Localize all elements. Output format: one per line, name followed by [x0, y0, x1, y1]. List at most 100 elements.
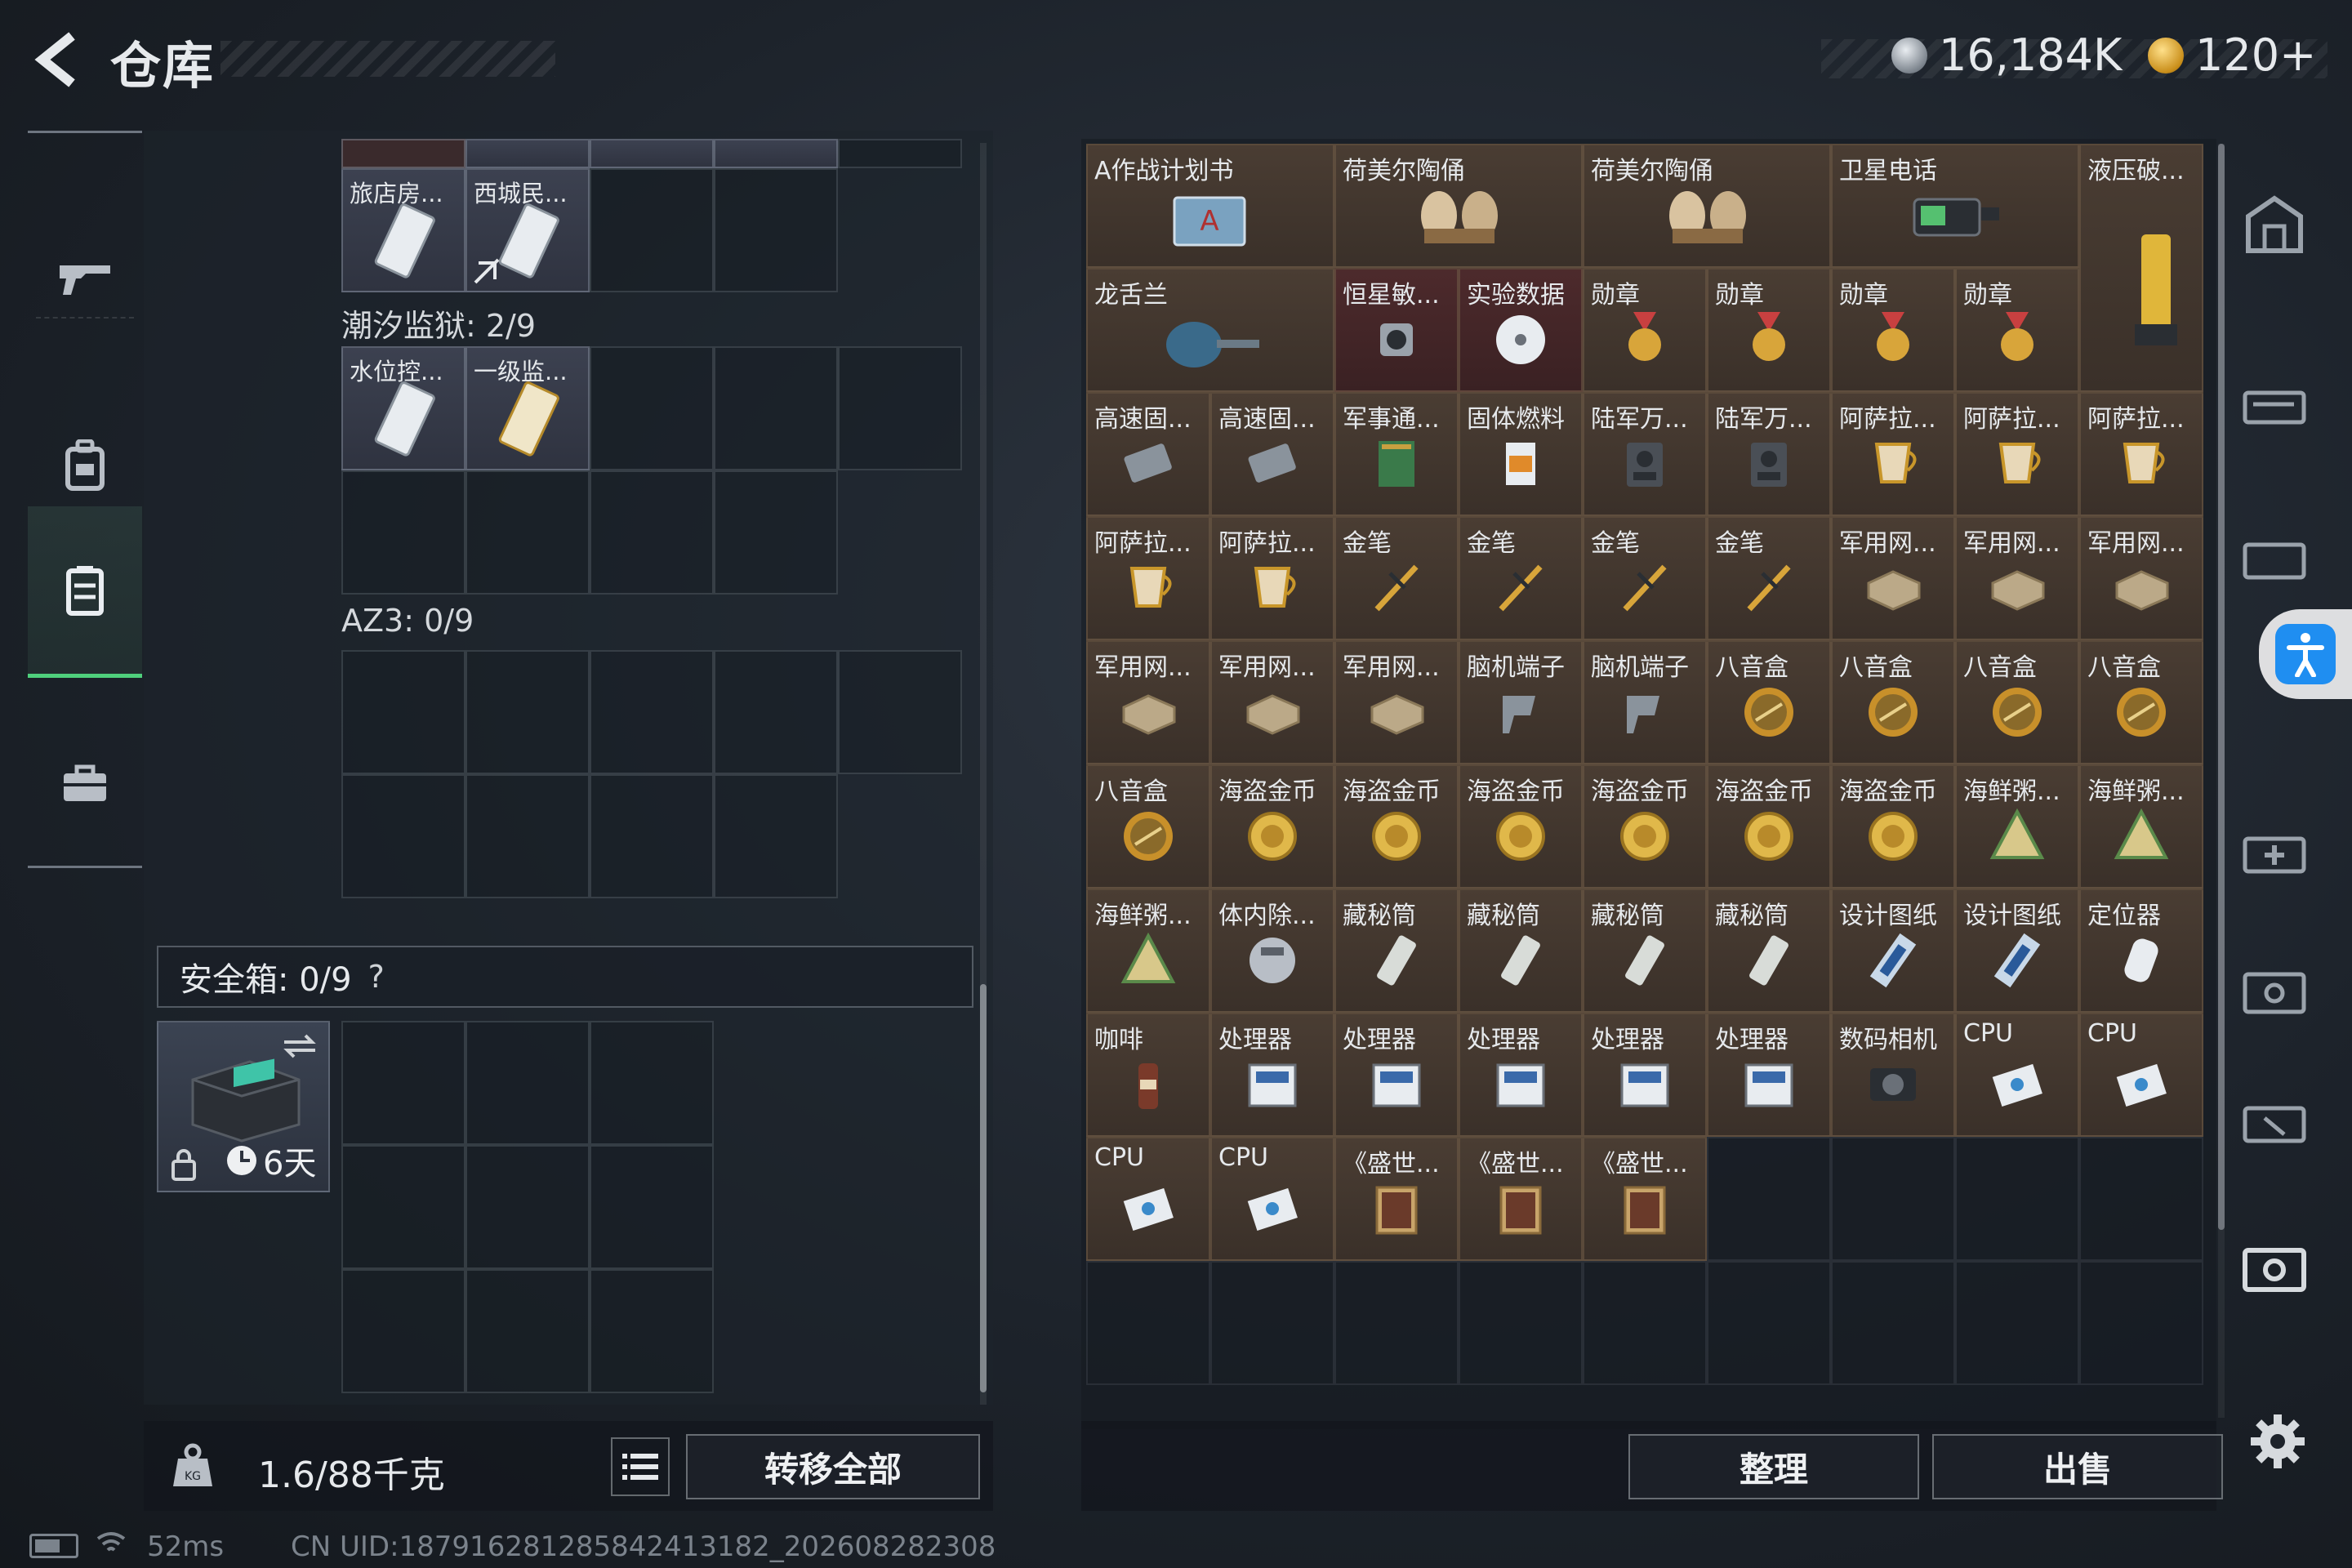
grid-cell[interactable]: [341, 139, 466, 168]
stash-item[interactable]: 勋章: [1707, 268, 1831, 392]
stash-item[interactable]: 八音盒: [2079, 640, 2203, 764]
stash-item[interactable]: 阿萨拉...: [1210, 516, 1334, 640]
stash-item[interactable]: 阿萨拉...: [1086, 516, 1210, 640]
grid-cell[interactable]: [838, 650, 962, 774]
stash-item[interactable]: 海盗金币: [1831, 764, 1955, 889]
stash-item[interactable]: 藏秘筒: [1707, 889, 1831, 1013]
stash-item[interactable]: 藏秘筒: [1459, 889, 1583, 1013]
grid-cell[interactable]: [466, 139, 590, 168]
grid-cell[interactable]: [714, 168, 838, 292]
stash-item[interactable]: 《盛世...: [1583, 1137, 1707, 1261]
grid-cell[interactable]: [341, 470, 466, 595]
grid-cell[interactable]: [838, 346, 962, 470]
stash-tab-home[interactable]: [2230, 180, 2319, 270]
stash-item[interactable]: 处理器: [1459, 1013, 1583, 1137]
stash-tab-5[interactable]: [2230, 947, 2319, 1037]
swap-icon[interactable]: [281, 1032, 318, 1060]
stash-item[interactable]: 海盗金币: [1334, 764, 1459, 889]
stash-item[interactable]: 体内除...: [1210, 889, 1334, 1013]
grid-cell[interactable]: [466, 774, 590, 898]
stash-item[interactable]: 《盛世...: [1459, 1137, 1583, 1261]
grid-cell[interactable]: [714, 139, 838, 168]
stash-item[interactable]: 勋章: [1583, 268, 1707, 392]
stash-tab-3[interactable]: [2230, 514, 2319, 604]
grid-cell[interactable]: [341, 1021, 466, 1145]
stash-item[interactable]: 金笔: [1459, 516, 1583, 640]
stash-item[interactable]: 海盗金币: [1583, 764, 1707, 889]
stash-item[interactable]: 处理器: [1334, 1013, 1459, 1137]
stash-item[interactable]: 金笔: [1583, 516, 1707, 640]
left-scrollbar[interactable]: [980, 143, 987, 1405]
stash-item[interactable]: 阿萨拉...: [2079, 392, 2203, 516]
grid-cell[interactable]: [466, 1269, 590, 1393]
stash-item[interactable]: 实验数据: [1459, 268, 1583, 392]
empty-slot[interactable]: [1210, 1261, 1334, 1385]
grid-cell[interactable]: [590, 1269, 714, 1393]
grid-cell[interactable]: [590, 1145, 714, 1269]
stash-item[interactable]: 定位器: [2079, 889, 2203, 1013]
empty-slot[interactable]: [1831, 1137, 1955, 1261]
stash-tab-7[interactable]: [2230, 1225, 2319, 1315]
grid-cell[interactable]: [341, 774, 466, 898]
stash-item[interactable]: 海盗金币: [1210, 764, 1334, 889]
grid-cell[interactable]: [466, 650, 590, 774]
stash-item[interactable]: 军用网...: [1334, 640, 1459, 764]
stash-item[interactable]: 荷美尔陶俑: [1334, 144, 1583, 268]
grid-cell[interactable]: [341, 650, 466, 774]
grid-cell[interactable]: [341, 1145, 466, 1269]
list-view-button[interactable]: [611, 1437, 670, 1496]
empty-slot[interactable]: [1955, 1261, 2079, 1385]
stash-item[interactable]: CPU: [1210, 1137, 1334, 1261]
empty-slot[interactable]: [1831, 1261, 1955, 1385]
stash-item[interactable]: 陆军万...: [1707, 392, 1831, 516]
stash-item[interactable]: CPU: [1086, 1137, 1210, 1261]
stash-item[interactable]: 荷美尔陶俑: [1583, 144, 1831, 268]
keycard-item[interactable]: 旅店房...: [341, 168, 466, 292]
grid-cell[interactable]: [590, 470, 714, 595]
stash-item[interactable]: 处理器: [1210, 1013, 1334, 1137]
grid-cell[interactable]: [590, 168, 714, 292]
stash-item[interactable]: 陆军万...: [1583, 392, 1707, 516]
stash-item[interactable]: 脑机端子: [1459, 640, 1583, 764]
grid-cell[interactable]: [714, 650, 838, 774]
grid-cell[interactable]: [590, 650, 714, 774]
stash-item[interactable]: 军用网...: [1831, 516, 1955, 640]
empty-slot[interactable]: [1459, 1261, 1583, 1385]
keycard-item[interactable]: 一级监...: [466, 346, 590, 470]
stash-item[interactable]: CPU: [2079, 1013, 2203, 1137]
empty-slot[interactable]: [1086, 1261, 1210, 1385]
stash-tab-6[interactable]: [2230, 1078, 2319, 1168]
grid-cell[interactable]: [466, 1021, 590, 1145]
stash-item[interactable]: 高速固...: [1086, 392, 1210, 516]
stash-item[interactable]: 海盗金币: [1459, 764, 1583, 889]
stash-item[interactable]: 勋章: [1831, 268, 1955, 392]
stash-scroll-thumb[interactable]: [2218, 144, 2225, 1230]
stash-item[interactable]: 海鲜粥...: [1086, 889, 1210, 1013]
gold-currency[interactable]: 120+: [2148, 29, 2316, 81]
stash-item[interactable]: 海盗金币: [1707, 764, 1831, 889]
stash-item[interactable]: 处理器: [1707, 1013, 1831, 1137]
nav-weapons[interactable]: [28, 196, 142, 359]
grid-cell[interactable]: [714, 774, 838, 898]
stash-item[interactable]: 八音盒: [1831, 640, 1955, 764]
stash-item[interactable]: 金笔: [1707, 516, 1831, 640]
stash-item[interactable]: 高速固...: [1210, 392, 1334, 516]
empty-slot[interactable]: [2079, 1261, 2203, 1385]
stash-item[interactable]: 藏秘筒: [1334, 889, 1459, 1013]
grid-cell[interactable]: [341, 1269, 466, 1393]
stash-item[interactable]: 处理器: [1583, 1013, 1707, 1137]
empty-slot[interactable]: [1955, 1137, 2079, 1261]
stash-item[interactable]: 脑机端子: [1583, 640, 1707, 764]
grid-cell[interactable]: [590, 1021, 714, 1145]
stash-item[interactable]: 海鲜粥...: [1955, 764, 2079, 889]
keycard-item[interactable]: 西城民...: [466, 168, 590, 292]
grid-cell[interactable]: [714, 470, 838, 595]
stash-tab-2[interactable]: [2230, 359, 2319, 449]
stash-item[interactable]: 藏秘筒: [1583, 889, 1707, 1013]
sell-button[interactable]: 出售: [1932, 1434, 2223, 1499]
stash-item[interactable]: 《盛世...: [1334, 1137, 1459, 1261]
grid-cell[interactable]: [590, 346, 714, 470]
grid-cell[interactable]: [466, 1145, 590, 1269]
grid-cell[interactable]: [714, 346, 838, 470]
empty-slot[interactable]: [1707, 1137, 1831, 1261]
